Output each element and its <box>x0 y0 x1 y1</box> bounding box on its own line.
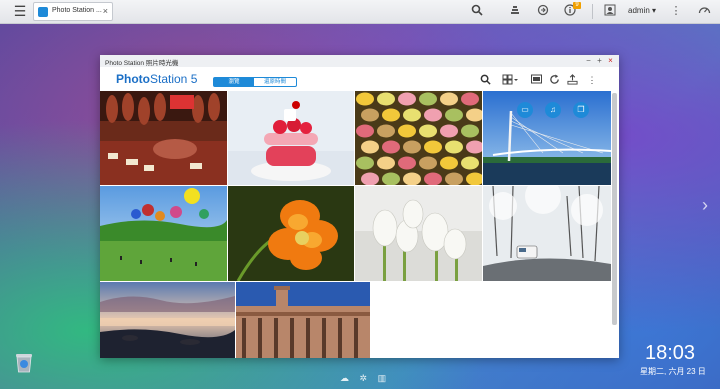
macaron-shape <box>440 156 458 170</box>
macaron-shape <box>419 124 437 138</box>
macaron-shape <box>382 172 400 185</box>
photo-station-app-icon <box>38 7 48 17</box>
maximize-icon[interactable]: + <box>595 56 604 66</box>
taskbar: ☰ Photo Station ... × 9 admin ▾ ⋮ <box>0 0 720 24</box>
macaron-shape <box>440 92 458 106</box>
stack-icon[interactable] <box>508 4 522 18</box>
desktop-clock: 18:03 <box>645 342 696 364</box>
macaron-shape <box>356 124 374 138</box>
macaron-shape <box>424 108 442 122</box>
gauge-icon[interactable] <box>697 4 711 18</box>
photo-thumbnail[interactable] <box>100 91 227 185</box>
chevron-right-icon[interactable]: › <box>702 195 708 216</box>
photo-thumbnail[interactable]: ▭ ♫ ❐ <box>483 91 611 185</box>
macaron-shape <box>361 172 379 185</box>
music-icon[interactable]: ♫ <box>545 102 561 118</box>
macaron-shape <box>424 140 442 154</box>
user-icon[interactable] <box>603 4 617 18</box>
macaron-shape <box>461 124 479 138</box>
macaron-shape <box>356 92 374 106</box>
macaron-shape <box>377 92 395 106</box>
macaron-shape <box>419 92 437 106</box>
macaron-shape <box>440 124 458 138</box>
sync-icon[interactable] <box>536 4 550 18</box>
macaron-shape <box>398 92 416 106</box>
menu-icon[interactable]: ☰ <box>10 4 30 19</box>
macaron-shape <box>398 124 416 138</box>
copy-icon[interactable]: ❐ <box>573 102 589 118</box>
dock-icons: ☁ ✲ ▥ <box>340 373 386 384</box>
macaron-shape <box>403 140 421 154</box>
macaron-shape <box>361 108 379 122</box>
macaron-shape <box>445 140 463 154</box>
photo-grid: ▭ ♫ ❐ <box>100 91 611 358</box>
search-icon[interactable] <box>479 74 491 86</box>
macaron-shape <box>403 108 421 122</box>
desktop-date: 星期二, 六月 23 日 <box>640 367 706 376</box>
user-menu[interactable]: admin ▾ <box>628 6 656 15</box>
tab-photo-station[interactable]: Photo Station ... × <box>33 2 113 21</box>
upload-icon[interactable] <box>566 74 578 86</box>
grid-view-icon[interactable] <box>501 74 519 86</box>
macaron-shape <box>398 156 416 170</box>
tab-label: Photo Station ... <box>52 7 102 14</box>
macaron-shape <box>445 108 463 122</box>
macaron-shape <box>419 156 437 170</box>
search-icon[interactable] <box>470 4 484 18</box>
macaron-shape <box>424 172 442 185</box>
view-mode-switch: 瀏覽 還原時間 <box>213 77 297 87</box>
app-logo: PhotoStation 5 <box>116 72 197 86</box>
macaron-shape <box>461 92 479 106</box>
macaron-shape <box>382 108 400 122</box>
photo-thumbnail[interactable] <box>228 186 354 281</box>
scrollbar[interactable] <box>612 93 617 325</box>
macaron-shape <box>403 172 421 185</box>
more-icon[interactable]: ⋮ <box>669 4 683 18</box>
photo-thumbnail[interactable] <box>236 282 370 358</box>
macaron-shape <box>445 172 463 185</box>
divider <box>592 4 593 19</box>
refresh-icon[interactable] <box>548 74 560 86</box>
macaron-shape <box>377 156 395 170</box>
photo-thumbnail[interactable] <box>100 186 227 281</box>
app-toolbar: PhotoStation 5 瀏覽 還原時間 ⋮ <box>100 67 619 91</box>
trash-icon[interactable] <box>12 350 36 374</box>
close-icon[interactable]: × <box>103 6 108 16</box>
minimize-icon[interactable]: − <box>584 56 593 66</box>
macaron-shape <box>461 156 479 170</box>
logo-rest: Station 5 <box>150 72 198 86</box>
window-title: Photo Station 照片時光機 <box>105 60 179 67</box>
book-icon[interactable]: ▥ <box>378 373 387 383</box>
photo-station-window: Photo Station 照片時光機 − + × PhotoStation 5… <box>100 55 619 358</box>
cloud-icon[interactable]: ☁ <box>340 373 349 383</box>
more-icon[interactable]: ⋮ <box>586 74 598 86</box>
tools-icon[interactable]: ✲ <box>360 373 368 383</box>
macaron-shape <box>356 156 374 170</box>
photo-thumbnail[interactable] <box>483 186 611 281</box>
photo-thumbnail[interactable] <box>228 91 354 185</box>
photo-thumbnail[interactable] <box>355 186 482 281</box>
photo-thumbnail[interactable] <box>100 282 235 358</box>
notification-badge: 9 <box>573 2 581 9</box>
restore-tab[interactable]: 還原時間 <box>254 78 296 86</box>
photo-thumbnail[interactable] <box>355 91 482 185</box>
monitor-icon[interactable]: ▭ <box>517 102 533 118</box>
close-window-icon[interactable]: × <box>606 56 615 66</box>
slideshow-icon[interactable] <box>530 74 542 86</box>
macaron-shape <box>377 124 395 138</box>
macaron-shape <box>361 140 379 154</box>
logo-bold: Photo <box>116 72 150 86</box>
browse-tab[interactable]: 瀏覽 <box>214 78 254 86</box>
macaron-shape <box>382 140 400 154</box>
